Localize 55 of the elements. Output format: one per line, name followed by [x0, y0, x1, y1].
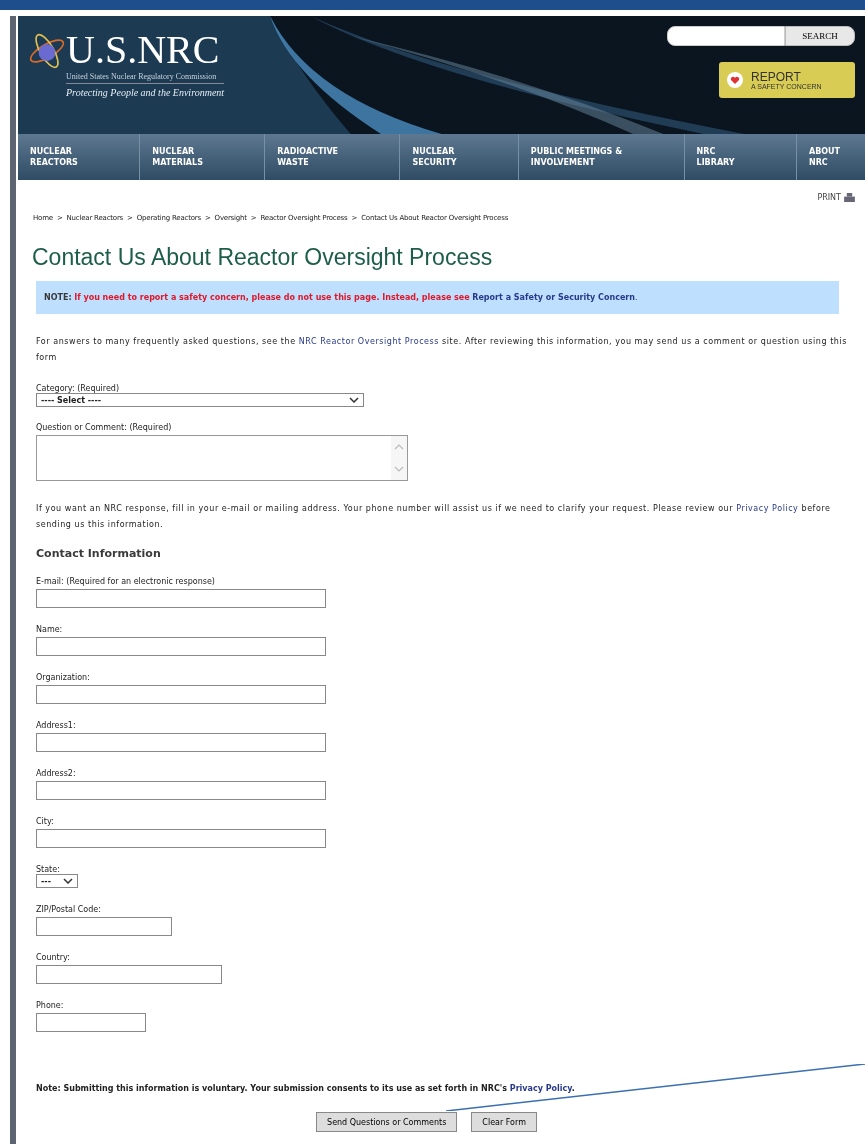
scroll-up-icon[interactable] [394, 444, 404, 450]
text-field[interactable] [36, 733, 326, 752]
chevron-icon [349, 397, 359, 403]
report-concern-link[interactable]: Report a Safety or Security Concern [472, 293, 635, 302]
print-link[interactable]: PRINT [817, 192, 841, 202]
nav-item[interactable]: ABOUT NRC [797, 134, 865, 180]
field-label: Name: [36, 625, 64, 634]
scrollbar[interactable] [391, 436, 407, 480]
form-button[interactable]: Send Questions or Comments [316, 1112, 458, 1132]
text-field[interactable] [36, 917, 172, 936]
field-label: Address2: [36, 769, 77, 778]
form-button[interactable]: Clear Form [471, 1112, 537, 1132]
text-field[interactable] [36, 829, 326, 848]
response-text: If you want an NRC response, fill in your e-mail or mailing address. Your phone number will assist us if we need to clarify your request. Please review our Privacy Policy before sending us this information. [36, 503, 832, 531]
field-label: Category: (Required) [36, 384, 121, 393]
privacy-link[interactable]: Privacy Policy [509, 1084, 572, 1093]
page-title: Contact Us About Reactor Oversight Process [32, 244, 494, 271]
search-button[interactable]: SEARCH [785, 26, 855, 46]
text-field[interactable] [36, 637, 326, 656]
nav-item[interactable]: NUCLEAR MATERIALS [140, 134, 266, 180]
nav-item[interactable]: NRC LIBRARY [684, 134, 797, 180]
nav-item[interactable]: PUBLIC MEETINGS & INVOLVEMENT [518, 134, 685, 180]
section-heading: Contact Information [36, 547, 162, 560]
comment-field[interactable] [36, 435, 408, 481]
field-label: Organization: [36, 673, 91, 682]
search-field[interactable] [667, 26, 785, 46]
privacy-link[interactable]: Privacy Policy [736, 504, 799, 513]
nav-item[interactable]: RADIOACTIVE WASTE [265, 134, 401, 180]
chevron-icon [63, 878, 73, 884]
logo-text: U.S.NRC [66, 28, 221, 72]
category-select[interactable]: ---- Select ---- [36, 393, 364, 407]
scroll-down-icon[interactable] [394, 466, 404, 472]
field-label: State: [36, 865, 61, 874]
text-field[interactable] [36, 589, 326, 608]
notice-text: NOTE: If you need to report a safety concern, please do not use this page. Instead, please see Report a Safety or Security Concern. [44, 293, 639, 302]
text-field[interactable] [36, 965, 222, 984]
field-label: ZIP/Postal Code: [36, 905, 102, 914]
state-select[interactable]: --- [36, 874, 78, 888]
oversight-link[interactable]: NRC Reactor Oversight Process [298, 337, 440, 346]
tagline: Protecting People and the Environment [66, 87, 225, 98]
text-field[interactable] [36, 781, 326, 800]
nav-item[interactable]: NUCLEAR SECURITY [400, 134, 519, 180]
field-label: Address1: [36, 721, 77, 730]
printer-icon [844, 192, 855, 202]
text-field[interactable] [36, 1013, 146, 1032]
nav-item[interactable]: NUCLEAR REACTORS [18, 134, 141, 180]
field-label: Question or Comment: (Required) [36, 423, 173, 432]
footer-note: Note: Submitting this information is voluntary. Your submission consents to its use as set forth in NRC's Privacy Policy. [36, 1084, 576, 1093]
field-label: E-mail: (Required for an electronic response) [36, 577, 216, 586]
field-label: City: [36, 817, 55, 826]
field-label: Country: [36, 953, 71, 962]
intro-text: For answers to many frequently asked questions, see the NRC Reactor Oversight Process site. After reviewing this information, you may send us a comment or question using this form [36, 336, 848, 364]
field-label: Phone: [36, 1001, 65, 1010]
text-field[interactable] [36, 685, 326, 704]
agency-name: United States Nuclear Regulatory Commission [66, 72, 225, 84]
